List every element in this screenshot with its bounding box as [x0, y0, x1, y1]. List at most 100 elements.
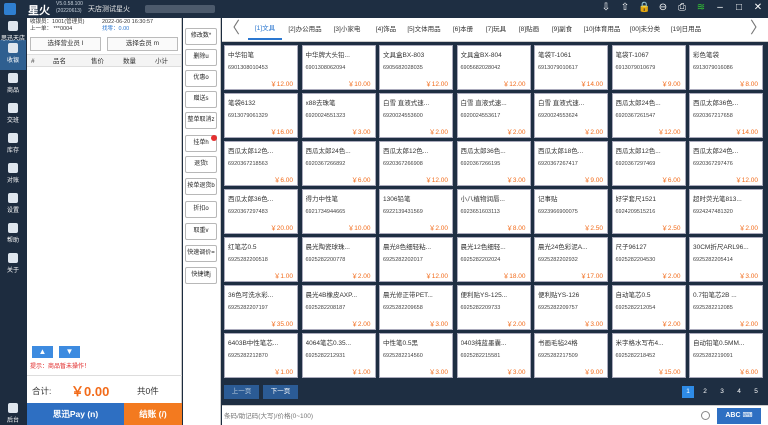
product-card[interactable]: 好学套尺1521 6924209515216 ￥2.50	[611, 189, 686, 234]
search-input[interactable]	[224, 409, 709, 423]
discount-offer-button[interactable]: 优惠o	[185, 70, 217, 87]
nav-item-about[interactable]: 关于	[0, 250, 26, 280]
product-card[interactable]: 4064笔芯0.35... 6925282212931 ￥1.00	[301, 333, 376, 378]
cart-list[interactable]	[27, 67, 181, 360]
page-number[interactable]: 3	[716, 386, 728, 398]
product-card[interactable]: 便利贴YS-125... 6925282209733 ￥2.00	[456, 285, 531, 330]
search-icon[interactable]	[701, 411, 710, 420]
product-card[interactable]: 1306铅笔 6922139431569 ￥2.00	[379, 189, 453, 234]
product-card[interactable]: 自动笔芯0.5 6925282212054 ￥2.00	[611, 285, 686, 330]
product-card[interactable]: 晨光陶瓷球珠... 6925282200778 ￥2.00	[301, 237, 376, 282]
page-number[interactable]: 1	[682, 386, 694, 398]
product-card[interactable]: 文具盒BX-803 6905682028035 ￥12.00	[379, 45, 453, 90]
product-card[interactable]: 得力中性笔 6921734944665 ￥10.00	[301, 189, 376, 234]
product-card[interactable]: 0403纯蓝墨囊... 6925282215581 ￥3.00	[456, 333, 531, 378]
page-number[interactable]: 4	[733, 386, 745, 398]
product-card[interactable]: 西瓜太郎12色... 6920367218563 ￥6.00	[224, 141, 298, 186]
product-card[interactable]: 西瓜太郎12色... 6920367266908 ￥12.00	[379, 141, 453, 186]
nav-item-settings[interactable]: 设置	[0, 190, 26, 220]
product-card[interactable]: 晨光4B橡皮AXP... 6925282208187 ￥2.00	[301, 285, 376, 330]
nav-item-stock[interactable]: 库存	[0, 130, 26, 160]
lock-icon[interactable]: 🔒	[638, 1, 650, 15]
return-button[interactable]: 退货t	[185, 156, 217, 173]
page-number[interactable]: 2	[699, 386, 711, 398]
category-tab[interactable]: [5]文体用品	[404, 20, 444, 40]
shortcut-button[interactable]: 快捷键j	[185, 267, 217, 284]
product-card[interactable]: 中华牌大头铅... 6901308062094 ￥10.00	[301, 45, 376, 90]
product-card[interactable]: 自动铅笔0.5MM... 6925282219091 ￥6.00	[689, 333, 763, 378]
quick-price-button[interactable]: 快速调价=	[185, 245, 217, 262]
download-icon[interactable]: ⇩	[600, 1, 612, 15]
category-tab[interactable]: [10]体育用品	[582, 20, 622, 40]
product-card[interactable]: 记事贴 6923966900075 ￥2.50	[534, 189, 608, 234]
product-card[interactable]: 6403B中性笔芯... 6925282212870 ￥1.00	[224, 333, 298, 378]
product-card[interactable]: 笔袋T-1067 6913079010679 ￥9.00	[611, 45, 686, 90]
product-card[interactable]: 便利贴YS-126 6925282209757 ￥3.00	[534, 285, 608, 330]
minimize-icon[interactable]: –	[714, 1, 726, 15]
product-card[interactable]: 白雪 直液式速... 6920024553624 ￥2.00	[534, 93, 608, 138]
product-card[interactable]: 笔袋T-1061 6913079010617 ￥14.00	[534, 45, 608, 90]
category-tab[interactable]: [3]小家电	[327, 20, 367, 40]
settle-button[interactable]: 结账 (/)	[124, 403, 182, 425]
product-card[interactable]: 红笔芯0.5 6925282200518 ￥1.00	[224, 237, 298, 282]
product-card[interactable]: 白雪 直液式速... 6920024553617 ￥2.00	[456, 93, 531, 138]
category-tab[interactable]: [7]玩具	[481, 20, 511, 40]
gift-button[interactable]: 赠送s	[185, 91, 217, 108]
category-tab[interactable]: [9]副食	[547, 20, 577, 40]
select-salesperson-button[interactable]: 选择营业员 I	[30, 37, 101, 51]
category-tab[interactable]: [8]贴画	[514, 20, 544, 40]
nav-item-reconcile[interactable]: 对账	[0, 160, 26, 190]
product-card[interactable]: 中华铅笔 6901308010453 ￥12.00	[224, 45, 298, 90]
nav-item-checkout[interactable]: 收银	[0, 40, 26, 70]
nav-item-help[interactable]: 帮助	[0, 220, 26, 250]
next-page-button[interactable]: 下一页	[263, 385, 298, 399]
category-tab[interactable]: [6]本册	[448, 20, 478, 40]
product-card[interactable]: 中性笔0.5黑 6925282214560 ￥3.00	[379, 333, 453, 378]
printer-icon[interactable]: ⎙	[676, 1, 688, 15]
product-card[interactable]: 30CM折尺ARL96... 6925282205414 ￥3.00	[689, 237, 763, 282]
product-card[interactable]: 西瓜太郎36色... 6920367297483 ￥20.00	[224, 189, 298, 234]
upload-icon[interactable]: ⇧	[619, 1, 631, 15]
product-card[interactable]: 小八植物润唇... 6923651603113 ￥8.00	[456, 189, 531, 234]
page-number[interactable]: 5	[750, 386, 762, 398]
category-tab[interactable]: [2]办公用品	[286, 20, 324, 40]
product-card[interactable]: 文具盒BX-804 6905682028042 ￥12.00	[456, 45, 531, 90]
nav-item-goods[interactable]: 商品	[0, 70, 26, 100]
nav-item-shift[interactable]: 交班	[0, 100, 26, 130]
product-card[interactable]: 西瓜太郎18色... 6920367267417 ￥9.00	[534, 141, 608, 186]
product-card[interactable]: 西瓜太郎36色... 6920367217658 ￥14.00	[689, 93, 763, 138]
arrow-down-button[interactable]: ▼	[59, 346, 80, 358]
prev-page-button[interactable]: 上一页	[224, 385, 259, 399]
product-card[interactable]: 晨光12色细轻... 6925282202024 ￥18.00	[456, 237, 531, 282]
maximize-icon[interactable]: □	[733, 1, 745, 15]
nav-item-backend[interactable]: 后台	[0, 399, 26, 425]
close-icon[interactable]: ✕	[752, 1, 764, 15]
product-card[interactable]: 白雪 直液式速... 6920024553600 ￥2.00	[379, 93, 453, 138]
product-card[interactable]: 晨光修正带PET... 6925282209658 ￥3.00	[379, 285, 453, 330]
product-card[interactable]: 西瓜太郎24色... 6920367266892 ￥6.00	[301, 141, 376, 186]
product-card[interactable]: 书画毛毡24格 6925282217509 ￥9.00	[534, 333, 608, 378]
category-tab[interactable]: [1]文具	[248, 20, 282, 40]
product-card[interactable]: 笔袋6132 6913079061329 ￥16.00	[224, 93, 298, 138]
product-card[interactable]: 晨光24色彩泥A... 6925282202932 ￥17.00	[534, 237, 608, 282]
product-card[interactable]: 西瓜太郎24色... 6920367261547 ￥12.00	[611, 93, 686, 138]
delete-button[interactable]: 删除u	[185, 49, 217, 66]
select-member-button[interactable]: 选择会员 m	[107, 37, 178, 51]
product-card[interactable]: 晨光8色细轻粘... 6925282202017 ￥12.00	[379, 237, 453, 282]
product-card[interactable]: 西瓜太郎36色... 6920367266195 ￥3.00	[456, 141, 531, 186]
category-tab[interactable]: [4]饰品	[371, 20, 401, 40]
weigh-button[interactable]: 取重v	[185, 223, 217, 240]
product-card[interactable]: 西瓜太郎24色... 6920367297476 ￥12.00	[689, 141, 763, 186]
discount-button[interactable]: 折扣o	[185, 201, 217, 218]
return-by-order-button[interactable]: 按单退货b	[185, 178, 217, 195]
chevron-right-icon[interactable]: 〉	[750, 18, 766, 42]
keyboard-button[interactable]: ABC ⌨	[717, 408, 761, 424]
product-card[interactable]: 米字格水写布4... 6925282218452 ￥15.00	[611, 333, 686, 378]
modify-qty-button[interactable]: 修改数*	[185, 28, 217, 45]
product-card[interactable]: 36色可洗水彩... 6925282207197 ￥35.00	[224, 285, 298, 330]
cancel-order-button[interactable]: 整单取消z	[185, 112, 217, 129]
arrow-up-button[interactable]: ▲	[32, 346, 53, 358]
product-card[interactable]: 超时荧光笔813... 6924247481320 ￥2.00	[689, 189, 763, 234]
pay-button[interactable]: 思迅Pay (n)	[27, 403, 124, 425]
product-card[interactable]: 尺子96127 6925282204530 ￥2.00	[611, 237, 686, 282]
